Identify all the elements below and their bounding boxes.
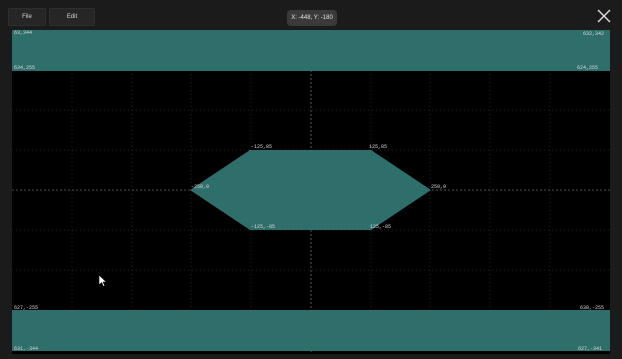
top-band-label-top-left: 63,344: [14, 30, 33, 36]
drawing-canvas[interactable]: 63,344 632,342 634,255 624,255 627,-255 …: [12, 30, 610, 354]
hexagon-vertex-label-left: -250,0: [191, 184, 210, 190]
coordinate-readout: X: -448, Y: -180: [287, 10, 337, 26]
close-icon[interactable]: [596, 8, 612, 24]
top-band-label-bottom-left: 634,255: [14, 65, 36, 71]
bottom-band-label-top-right: 630,-255: [579, 305, 604, 311]
bottom-band-label-bottom-left: 631,-344: [14, 346, 39, 352]
app-window: File Edit X: -448, Y: -180 63,344 632,34…: [0, 0, 622, 359]
hexagon-vertex-label-right: 250,0: [431, 184, 447, 190]
top-toolbar: File Edit X: -448, Y: -180: [0, 0, 622, 30]
bottom-band-label-bottom-right: 627,-341: [577, 346, 602, 352]
arrow-cursor-icon: [99, 275, 107, 287]
hexagon-vertex-label-bottom-left: -125,-85: [251, 224, 276, 230]
canvas-graphics: [12, 30, 610, 354]
top-band[interactable]: [12, 30, 610, 71]
hexagon-vertex-label-top-left: -125,85: [251, 144, 273, 150]
top-band-label-top-right: 632,342: [582, 31, 604, 37]
bottom-band[interactable]: [12, 310, 610, 351]
hexagon-vertex-label-top-right: 125,85: [369, 144, 388, 150]
hexagon-vertex-label-bottom-right: 125,-85: [370, 224, 392, 230]
bottom-band-label-top-left: 627,-255: [14, 305, 39, 311]
edit-menu-button[interactable]: Edit: [49, 8, 95, 26]
top-band-label-bottom-right: 624,255: [576, 65, 598, 71]
bottom-border: [0, 354, 622, 359]
file-menu-button[interactable]: File: [8, 8, 46, 26]
